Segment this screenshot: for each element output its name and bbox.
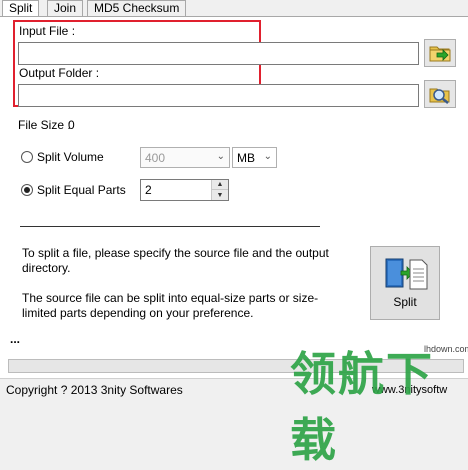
tab-md5-checksum[interactable]: MD5 Checksum [87, 0, 187, 17]
split-button-label: Split [393, 295, 417, 309]
chevron-down-icon: ⌄ [216, 151, 225, 162]
tab-strip: Split Join MD5 Checksum [0, 0, 468, 18]
chevron-down-icon: ⌄ [263, 151, 272, 162]
folder-arrow-icon [429, 46, 451, 62]
split-button[interactable]: Split [370, 246, 440, 320]
split-volume-unit-value: MB [237, 150, 255, 165]
split-volume-unit-select[interactable]: MB ⌄ [232, 147, 277, 168]
stepper-up-button[interactable]: ▲ [212, 180, 228, 190]
copyright-text: Copyright ? 2013 3nity Softwares [6, 383, 183, 397]
file-size-label: File Size : [18, 118, 71, 132]
input-file-label: Input File : [19, 24, 76, 38]
split-volume-size-select[interactable]: 400 ⌄ [140, 147, 230, 168]
magnifier-folder-icon [429, 88, 450, 104]
split-volume-size-value: 400 [145, 150, 166, 165]
status-ellipsis: ... [10, 332, 21, 346]
tab-join[interactable]: Join [47, 0, 84, 17]
split-docs-icon [385, 258, 428, 290]
watermark-logo: 领航下载 [290, 347, 434, 467]
section-divider [20, 226, 320, 227]
stepper-buttons: ▲ ▼ [211, 180, 228, 200]
split-volume-label[interactable]: Split Volume [37, 150, 104, 164]
split-equal-parts-radio[interactable] [21, 184, 33, 196]
browse-folder-button[interactable] [424, 80, 456, 108]
stepper-down-button[interactable]: ▼ [212, 190, 228, 200]
equal-parts-value: 2 [145, 183, 152, 197]
equal-parts-stepper[interactable]: 2 ▲ ▼ [140, 179, 229, 201]
radio-selected-dot [24, 187, 30, 193]
output-folder-label: Output Folder : [19, 66, 100, 80]
info-text-1: To split a file, please specify the sour… [22, 246, 329, 275]
file-size-value: 0 [68, 118, 75, 132]
input-file-field[interactable] [18, 42, 419, 65]
split-volume-radio[interactable] [21, 151, 33, 163]
info-text-2: The source file can be split into equal-… [22, 291, 319, 320]
output-folder-field[interactable] [18, 84, 419, 107]
browse-file-button[interactable] [424, 39, 456, 67]
split-equal-parts-label[interactable]: Split Equal Parts [37, 183, 126, 197]
